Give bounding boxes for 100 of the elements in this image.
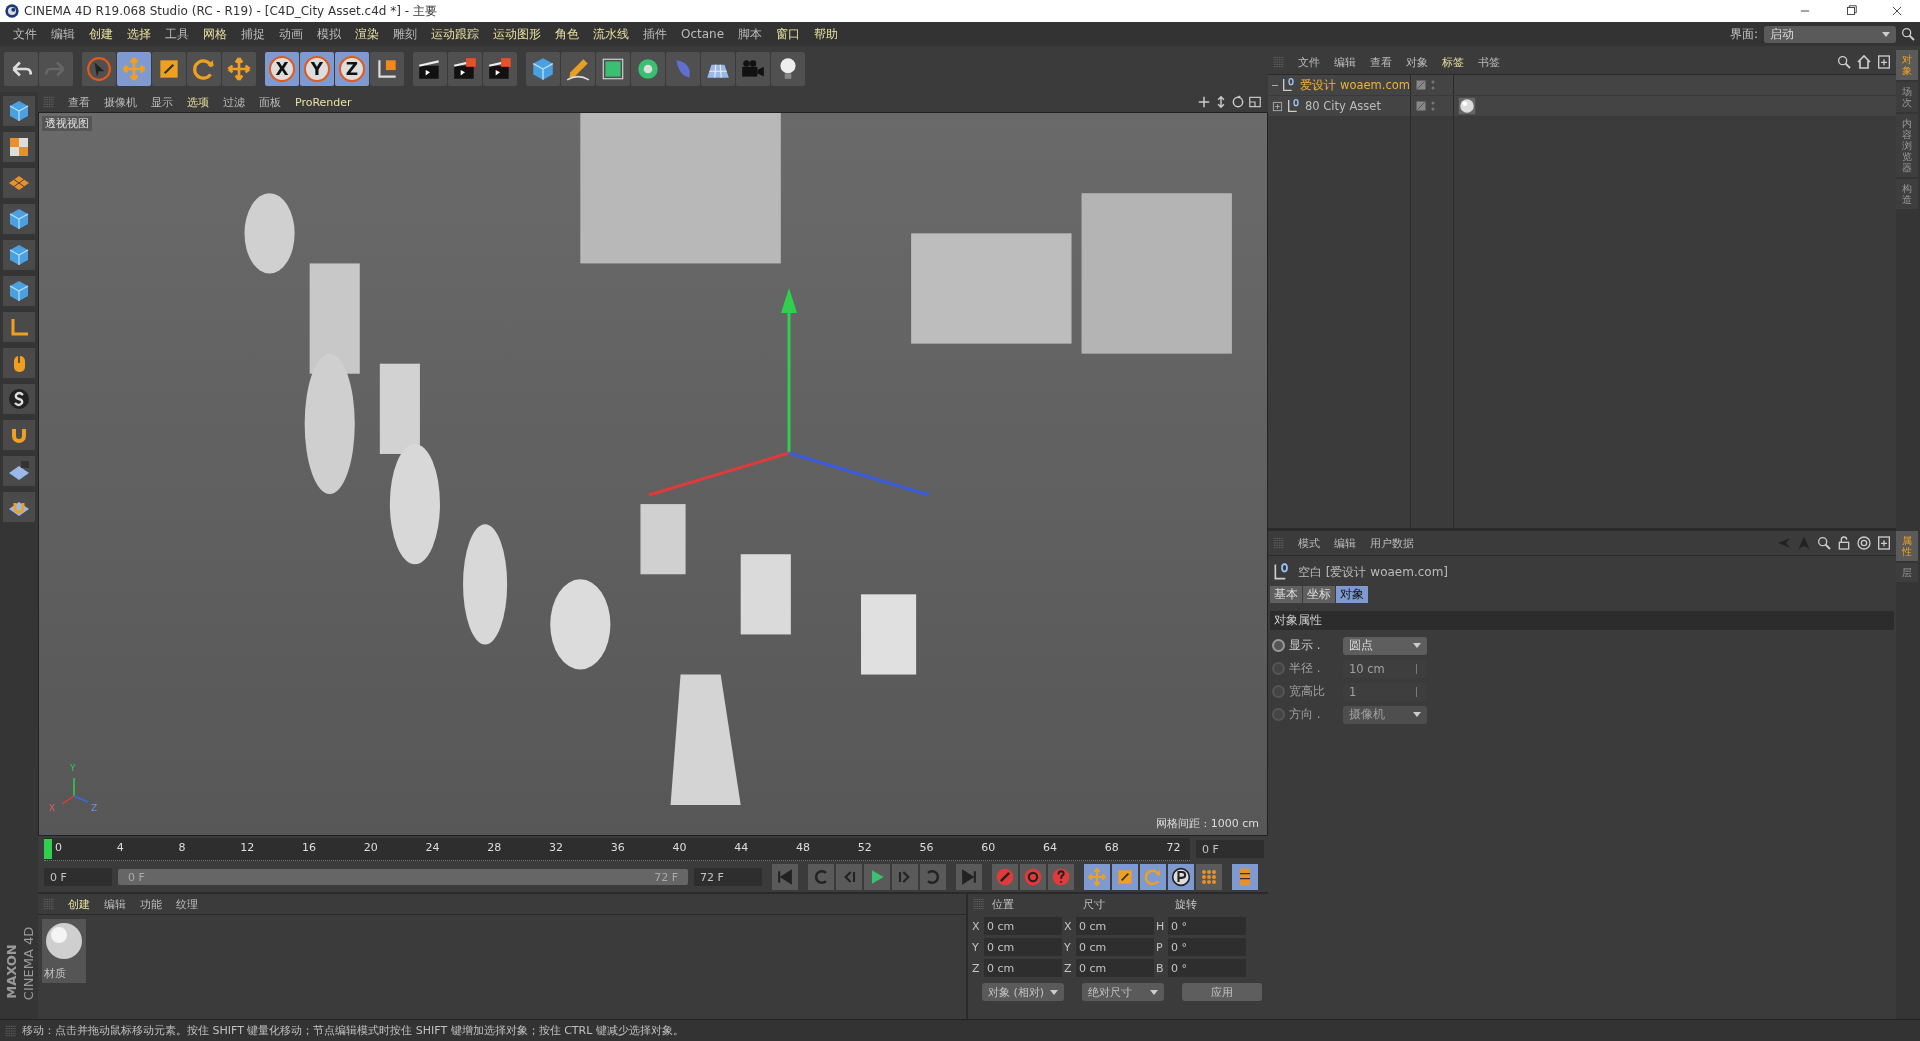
timeline-ruler[interactable]: 0 4 8 12 16 20 24 28 32 36 40 44 48 52 56 60 64 68 72	[44, 837, 1190, 861]
animate-radio[interactable]	[1272, 639, 1285, 652]
tool-button[interactable]	[3, 132, 35, 162]
axis-lock-button[interactable]: Z	[335, 52, 369, 86]
menu-item[interactable]: 捕捉	[234, 25, 272, 43]
start-frame-field[interactable]: 0 F	[44, 868, 112, 886]
menu-item[interactable]: 书签	[1472, 54, 1506, 70]
menu-item[interactable]: 摄像机	[98, 94, 143, 110]
menu-item[interactable]: 脚本	[731, 25, 770, 43]
menu-item[interactable]: 渲染	[348, 25, 386, 43]
playback-button[interactable]	[836, 864, 862, 890]
menu-item[interactable]: 编辑	[98, 896, 132, 912]
apply-button[interactable]: 应用	[1182, 983, 1262, 1001]
menu-item[interactable]: 选择	[120, 25, 158, 43]
menu-item[interactable]: 角色	[548, 25, 586, 43]
menu-item[interactable]: 用户数据	[1364, 535, 1420, 551]
tool-button[interactable]	[701, 52, 735, 86]
menu-item[interactable]: 运动图形	[486, 25, 548, 43]
menu-item[interactable]: 对象	[1400, 54, 1434, 70]
keyframe-help-button[interactable]	[1048, 864, 1074, 890]
coordinate-field[interactable]: 0 cm	[984, 917, 1062, 935]
first-frame-button[interactable]	[772, 864, 798, 890]
menu-item[interactable]: 模拟	[310, 25, 348, 43]
material-swatch[interactable]: 材质	[42, 919, 86, 983]
menu-item[interactable]: 纹理	[170, 896, 204, 912]
axis-lock-button[interactable]: Y	[300, 52, 334, 86]
autokey-button[interactable]	[1020, 864, 1046, 890]
tool-button[interactable]	[631, 52, 665, 86]
menu-item[interactable]: Octane	[674, 27, 732, 41]
side-tab[interactable]: 内容浏览器	[1896, 114, 1918, 177]
object-row[interactable]: 爱设计 woaem.com	[1268, 75, 1896, 96]
record-icon	[995, 867, 1015, 887]
coordinate-field[interactable]: 0 °	[1168, 917, 1246, 935]
menu-item[interactable]: 编辑	[1328, 535, 1362, 551]
menu-item[interactable]: 选项	[181, 94, 215, 110]
menu-item[interactable]: 查看	[62, 94, 96, 110]
tick-label: 36	[610, 840, 625, 854]
menu-item[interactable]: 编辑	[1328, 54, 1362, 70]
timeline-button[interactable]	[1232, 864, 1258, 890]
menu-item[interactable]: 流水线	[586, 25, 636, 43]
axis-label: X	[1064, 919, 1073, 933]
coordinate-field[interactable]: 0 cm	[1076, 959, 1154, 977]
tool-button[interactable]	[3, 456, 35, 486]
size-mode-dropdown[interactable]: 绝对尺寸	[1082, 983, 1164, 1001]
tool-button[interactable]	[3, 384, 35, 414]
tool-button[interactable]	[370, 52, 404, 86]
menu-item[interactable]: 网格	[196, 25, 234, 43]
coordinate-field[interactable]: 0 cm	[1076, 938, 1154, 956]
menu-item[interactable]: 工具	[158, 25, 196, 43]
coordinate-field[interactable]: 0 °	[1168, 959, 1246, 977]
menu-item[interactable]: ProRender	[289, 95, 358, 109]
menu-item[interactable]: 动画	[272, 25, 310, 43]
coordinate-field[interactable]: 0 cm	[1076, 917, 1154, 935]
menu-item[interactable]: 雕刻	[386, 25, 424, 43]
playback-button[interactable]	[920, 864, 946, 890]
layout-dropdown[interactable]: 启动	[1764, 25, 1896, 43]
menu-item[interactable]: 创建	[62, 896, 96, 912]
axis-lock-button[interactable]: X	[265, 52, 299, 86]
playback-button[interactable]	[808, 864, 834, 890]
tool-button[interactable]	[4, 52, 38, 86]
menu-item[interactable]: 帮助	[807, 25, 846, 43]
tool-button[interactable]	[413, 52, 447, 86]
playback-button[interactable]	[864, 864, 890, 890]
menu-item[interactable]: 文件	[6, 25, 44, 43]
coordinate-field[interactable]: 0 cm	[984, 938, 1062, 956]
playback-button[interactable]	[892, 864, 918, 890]
menu-item[interactable]: 标签	[1436, 54, 1470, 70]
end-frame-field[interactable]: 72 F	[694, 868, 762, 886]
tool-button[interactable]	[448, 52, 482, 86]
menu-item[interactable]: 窗口	[769, 25, 808, 43]
menu-item[interactable]: 运动跟踪	[424, 25, 486, 43]
attribute-tab[interactable]: 对象	[1336, 586, 1368, 603]
property-dropdown[interactable]: 圆点	[1343, 636, 1427, 655]
menu-item[interactable]: 显示	[145, 94, 179, 110]
attribute-tab[interactable]: 坐标	[1303, 586, 1335, 603]
playhead[interactable]	[44, 838, 52, 859]
menu-item[interactable]: 查看	[1364, 54, 1398, 70]
menu-item[interactable]: 编辑	[44, 25, 82, 43]
side-tab[interactable]: 层	[1896, 563, 1918, 582]
menu-item[interactable]: 模式	[1292, 535, 1326, 551]
menu-item[interactable]: 文件	[1292, 54, 1326, 70]
menu-item[interactable]: 功能	[134, 896, 168, 912]
object-row[interactable]: 80 City Asset	[1268, 96, 1896, 117]
coordinate-field[interactable]: 0 °	[1168, 938, 1246, 956]
side-tab[interactable]: 构造	[1896, 179, 1918, 209]
menu-item[interactable]: 创建	[82, 25, 120, 43]
coordinate-mode-dropdown[interactable]: 对象 (相对)	[982, 983, 1064, 1001]
menu-item[interactable]: 面板	[253, 94, 287, 110]
grip-icon	[972, 897, 986, 911]
menu-item[interactable]: 过滤	[217, 94, 251, 110]
last-frame-button[interactable]	[956, 864, 982, 890]
coordinate-field[interactable]: 0 cm	[984, 959, 1062, 977]
menu-item[interactable]: 插件	[636, 25, 674, 43]
record-button[interactable]	[992, 864, 1018, 890]
current-frame-field[interactable]: 0 F	[1196, 840, 1264, 858]
tool-button[interactable]	[483, 52, 517, 86]
attribute-tab[interactable]: 基本	[1270, 586, 1302, 603]
tool-button[interactable]	[771, 52, 805, 86]
side-tab[interactable]: 场次	[1896, 82, 1918, 112]
keyframe-tool-button[interactable]	[1168, 864, 1194, 890]
